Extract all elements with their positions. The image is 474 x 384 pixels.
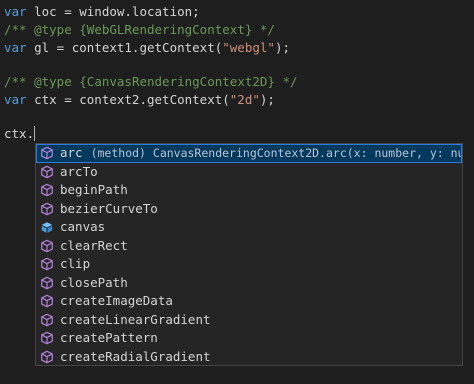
comment-token: {CanvasRenderingContext2D} */ (71, 74, 298, 89)
suggest-item-arcTo[interactable]: arcTo (36, 163, 462, 182)
comment-token: /** (4, 22, 35, 37)
keyword-token: var (4, 92, 27, 107)
jsdoc-tag: @type (34, 74, 72, 89)
code-line-3[interactable]: var gl = context1.getContext("webgl"); (4, 38, 290, 57)
method-cube-icon (41, 276, 53, 289)
code-text: ); (274, 40, 290, 55)
jsdoc-tag: @type (34, 22, 72, 37)
suggest-label: createImageData (60, 293, 173, 308)
suggest-label: arcTo (60, 163, 98, 179)
string-token: "webgl" (222, 40, 275, 55)
code-text: ); (259, 92, 275, 107)
code-line-8[interactable]: ctx. (4, 124, 36, 143)
suggest-detail: (method) CanvasRenderingContext2D.arc(x:… (90, 146, 462, 160)
method-cube-icon (41, 165, 53, 178)
code-text: ctx = context2.getContext( (26, 92, 230, 107)
comment-token: /** (4, 74, 35, 89)
code-line-5[interactable]: /** @type {CanvasRenderingContext2D} */ (4, 72, 298, 91)
suggest-item-createLinearGradient[interactable]: createLinearGradient (36, 311, 462, 330)
suggest-item-arc[interactable]: arc (method) CanvasRenderingContext2D.arc… (36, 144, 462, 163)
autocomplete-suggest-widget[interactable]: arc (method) CanvasRenderingContext2D.arc… (35, 143, 463, 366)
property-box-icon (41, 222, 53, 233)
suggest-item-bezierCurveTo[interactable]: bezierCurveTo (36, 200, 462, 219)
suggest-label: arc (60, 145, 83, 160)
method-cube-icon (41, 257, 53, 271)
suggest-label: beginPath (60, 182, 128, 197)
text-cursor (34, 126, 36, 141)
code-editor[interactable]: var loc = window.location; /** @type {We… (0, 0, 474, 384)
keyword-token: var (4, 4, 27, 19)
suggest-item-clearRect[interactable]: clearRect (36, 237, 462, 256)
suggest-label: closePath (60, 274, 128, 290)
method-cube-icon (41, 183, 53, 197)
suggest-item-beginPath[interactable]: beginPath (36, 181, 462, 200)
suggest-label: clip (60, 256, 91, 271)
code-text: ctx. (4, 126, 35, 141)
suggest-item-createRadialGradient[interactable]: createRadialGradient (36, 348, 462, 366)
method-cube-icon (41, 313, 53, 326)
suggest-label: createPattern (60, 330, 158, 345)
code-line-6[interactable]: var ctx = context2.getContext("2d"); (4, 90, 275, 109)
suggest-item-createPattern[interactable]: createPattern (36, 329, 462, 348)
method-cube-icon (41, 239, 53, 252)
suggest-label: bezierCurveTo (60, 200, 158, 216)
method-cube-icon (41, 350, 53, 363)
method-cube-icon (41, 146, 53, 160)
comment-token: {WebGLRenderingContext} */ (71, 22, 275, 37)
code-text: loc = window.location; (26, 4, 200, 19)
suggest-item-closePath[interactable]: closePath (36, 274, 462, 293)
code-line-1[interactable]: var loc = window.location; (4, 2, 200, 21)
code-text: gl = context1.getContext( (26, 40, 223, 55)
method-cube-icon (41, 202, 53, 215)
suggest-label: clearRect (60, 237, 128, 253)
keyword-token: var (4, 40, 27, 55)
suggest-label: createRadialGradient (60, 348, 211, 364)
suggest-item-createImageData[interactable]: createImageData (36, 292, 462, 311)
string-token: "2d" (229, 92, 260, 107)
suggest-label: createLinearGradient (60, 311, 211, 327)
method-cube-icon (41, 331, 53, 345)
suggest-item-clip[interactable]: clip (36, 255, 462, 274)
code-line-2[interactable]: /** @type {WebGLRenderingContext} */ (4, 20, 275, 39)
suggest-label: canvas (60, 219, 106, 234)
suggest-item-canvas[interactable]: canvas (36, 218, 462, 237)
method-cube-icon (41, 294, 53, 308)
